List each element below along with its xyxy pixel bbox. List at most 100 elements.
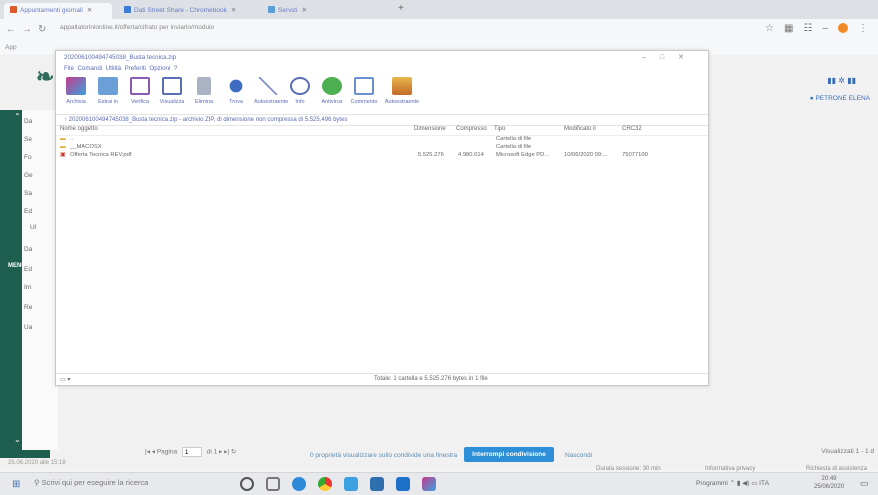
profile-avatar[interactable] xyxy=(838,23,848,33)
star-icon[interactable]: ☆ xyxy=(765,23,774,34)
menu-favorites[interactable]: Preferiti xyxy=(125,65,146,72)
sidebar-item[interactable]: Fo xyxy=(24,154,32,161)
next-page-icon[interactable]: ▸ xyxy=(219,449,222,456)
col-type[interactable]: Tipo xyxy=(494,126,505,132)
menu-tools[interactable]: Utilità xyxy=(106,65,121,72)
comment-icon xyxy=(354,77,374,95)
back-icon[interactable]: ← xyxy=(6,24,16,35)
browser-toolbar-icons: ☆ ▦ ☷ – ⋮ xyxy=(765,23,868,34)
sidebar-item[interactable]: Da xyxy=(24,118,32,125)
browser-tab-2[interactable]: Dati Street Share - Chromebook ✕ xyxy=(118,3,258,19)
col-crc[interactable]: CRC32 xyxy=(622,126,642,132)
language-flag-icon[interactable]: ▮▮ ✲ ▮▮ xyxy=(827,76,856,85)
antivirus-icon xyxy=(322,77,342,95)
first-page-icon[interactable]: |◂ xyxy=(145,449,150,456)
page-number-input[interactable] xyxy=(181,447,202,457)
address-bar: ← → ↻ appaltatorinlonline.it/offerta/cif… xyxy=(0,19,878,41)
results-count: Visualizzati 1 - 1 d xyxy=(821,448,874,455)
comment-button[interactable]: Commento xyxy=(350,75,378,105)
test-button[interactable]: Verifica xyxy=(126,75,154,105)
winrar-toolbar: Archivia Estrai in Verifica Visualizza E… xyxy=(56,75,708,115)
chrome-icon[interactable] xyxy=(318,477,332,491)
user-menu[interactable]: ● PETRONE ELENA xyxy=(810,95,870,102)
sfx-button[interactable]: Autoestraente xyxy=(382,75,422,105)
bookmark-apps[interactable]: App xyxy=(5,44,17,51)
test-icon xyxy=(130,77,150,95)
sidebar-item[interactable]: Ul xyxy=(30,224,36,231)
archive-button[interactable]: Archivia xyxy=(62,75,90,105)
stop-sharing-button[interactable]: Interrompi condivisione xyxy=(464,447,554,462)
col-name[interactable]: Nome oggetto xyxy=(60,126,98,132)
hide-link[interactable]: Nascondi xyxy=(565,452,592,459)
menu-options[interactable]: Opzioni xyxy=(149,65,170,72)
close-tab-icon[interactable]: ✕ xyxy=(231,7,236,14)
refresh-icon[interactable]: ↻ xyxy=(231,449,236,456)
extract-button[interactable]: Estrai in xyxy=(94,75,122,105)
col-packed[interactable]: Compresso xyxy=(456,126,487,132)
taskbar-search[interactable]: ⚲ Scrivi qui per eseguire la ricerca xyxy=(34,478,148,487)
extension-icon[interactable]: ▦ xyxy=(784,23,793,34)
browser-tab-3[interactable]: Servizi ✕ xyxy=(262,3,392,19)
menu-vertical-label[interactable]: MENU xyxy=(8,262,26,270)
close-tab-icon[interactable]: ✕ xyxy=(302,7,307,14)
sidebar-menu: Da Se Fo Ge Sa Ed Ul Da Ed Im Re Ua xyxy=(22,110,58,450)
outlook-icon[interactable] xyxy=(396,477,410,491)
col-size[interactable]: Dimensione xyxy=(414,126,446,132)
footer-date: 25.06.2020 alle 15:18 xyxy=(8,460,66,466)
menu-icon[interactable]: ⋮ xyxy=(858,23,868,34)
system-tray[interactable]: Programmi ⌃ ▮ ◀) ▭ ІТА xyxy=(696,479,769,487)
antivirus-button[interactable]: Antivirus xyxy=(318,75,346,105)
path-bar[interactable]: ↑ 202006100494745038_Busta tecnica.zip -… xyxy=(56,115,708,126)
find-button[interactable]: Trova xyxy=(222,75,250,105)
edge-icon[interactable] xyxy=(292,477,306,491)
task-view-icon[interactable] xyxy=(266,477,280,491)
sidebar-item[interactable]: Im xyxy=(24,284,31,291)
url-field[interactable]: appaltatorinlonline.it/offerta/cifrato p… xyxy=(60,24,214,31)
last-page-icon[interactable]: ▸| xyxy=(224,449,229,456)
reload-icon[interactable]: ↻ xyxy=(38,24,46,35)
file-row-parent[interactable]: ▬ .. Cartella di file xyxy=(56,136,708,144)
store-icon[interactable] xyxy=(370,477,384,491)
menu-file[interactable]: File xyxy=(64,65,74,72)
winrar-title: 202006100494745038_Busta tecnica.zip xyxy=(64,54,177,61)
up-icon[interactable]: ↑ xyxy=(64,117,67,123)
winrar-taskbar-icon[interactable] xyxy=(422,477,436,491)
wizard-button[interactable]: Autoestraente xyxy=(254,75,288,105)
notifications-icon[interactable]: ▭ xyxy=(860,478,869,489)
close-tab-icon[interactable]: ✕ xyxy=(87,7,92,14)
sidebar-item[interactable]: Ed xyxy=(24,208,32,215)
sidebar-item[interactable]: Re xyxy=(24,304,32,311)
file-row-macosx[interactable]: ▬ __MACOSX Cartella di file xyxy=(56,144,708,152)
sidebar-item[interactable]: Ua xyxy=(24,324,32,331)
sidebar-item[interactable]: Ge xyxy=(24,172,33,179)
view-button[interactable]: Visualizza xyxy=(158,75,186,105)
taskbar-clock[interactable]: 20:49 25/06/2020 xyxy=(814,475,844,491)
sidebar-item[interactable]: Sa xyxy=(24,190,32,197)
col-modified[interactable]: Modificato il xyxy=(564,126,596,132)
app-logo-icon: ❧ xyxy=(36,64,55,89)
sidebar-item[interactable]: Da xyxy=(24,246,32,253)
forward-icon[interactable]: → xyxy=(22,24,32,35)
file-row-pdf[interactable]: ▣ Offerta Tecnica REV.pdf 5.525.276 4.98… xyxy=(56,152,708,160)
drive-icon[interactable]: ▭ ▾ xyxy=(60,376,70,383)
chevron-down-icon[interactable]: ⌄ xyxy=(14,435,21,444)
file-list-header: Nome oggetto Dimensione Compresso Tipo M… xyxy=(56,126,708,136)
wand-icon xyxy=(258,77,278,95)
info-button[interactable]: Info xyxy=(286,75,314,105)
minus-icon[interactable]: – xyxy=(822,23,828,34)
new-tab-icon[interactable]: + xyxy=(398,3,404,14)
prev-page-icon[interactable]: ◂ xyxy=(152,449,155,456)
menu-commands[interactable]: Comandi xyxy=(77,65,102,72)
sidebar-item[interactable]: Se xyxy=(24,136,32,143)
window-controls[interactable]: –□✕ xyxy=(642,53,698,61)
folder-icon: ▬ xyxy=(60,144,66,150)
browser-tab-1[interactable]: Appuntamenti giornali ✕ xyxy=(4,3,112,19)
apps-icon[interactable]: ☷ xyxy=(803,23,812,34)
folder-icon: ▬ xyxy=(60,136,66,142)
cortana-icon[interactable] xyxy=(240,477,254,491)
windows-start-icon[interactable]: ⊞ xyxy=(12,479,20,490)
menu-help[interactable]: ? xyxy=(174,65,177,72)
chevron-up-icon[interactable]: ⌃ xyxy=(14,112,21,121)
app-icon[interactable] xyxy=(344,477,358,491)
delete-button[interactable]: Elimina xyxy=(190,75,218,105)
